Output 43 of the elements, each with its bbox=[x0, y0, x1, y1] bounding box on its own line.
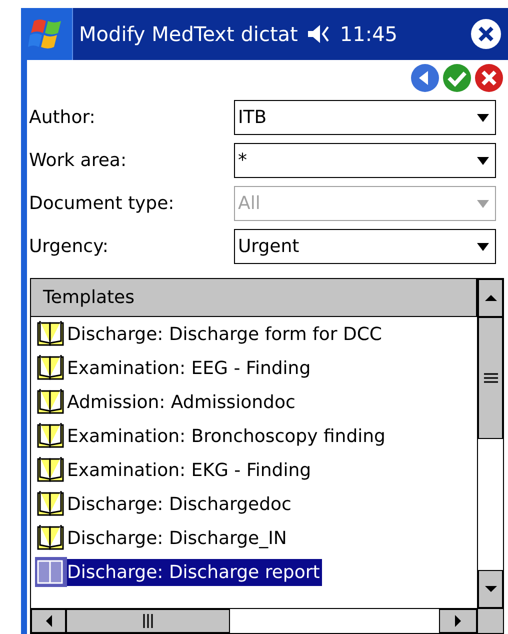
back-icon[interactable] bbox=[410, 63, 440, 93]
scroll-up-button[interactable] bbox=[478, 279, 503, 317]
cancel-icon[interactable] bbox=[474, 63, 504, 93]
field-label: Document type: bbox=[28, 192, 176, 216]
scroll-down-button[interactable] bbox=[478, 570, 503, 608]
book-icon bbox=[35, 353, 67, 383]
list-item[interactable]: Admission: Admissiondoc bbox=[31, 385, 477, 419]
book-icon bbox=[35, 455, 67, 485]
scroll-right-button[interactable] bbox=[439, 609, 477, 633]
list-item[interactable]: Examination: EKG - Finding bbox=[31, 453, 477, 487]
list-item[interactable]: Discharge: Dischargedoc bbox=[31, 487, 477, 521]
book-icon bbox=[35, 489, 67, 519]
dropdown-field[interactable]: ITB bbox=[234, 100, 496, 135]
list-item[interactable]: Examination: EEG - Finding bbox=[31, 351, 477, 385]
down-arrow-icon bbox=[484, 585, 498, 593]
scrollbar-thumb[interactable] bbox=[478, 317, 503, 439]
list-item[interactable]: Discharge: Discharge report bbox=[31, 555, 477, 589]
dropdown-field[interactable]: * bbox=[234, 143, 496, 178]
field-label: Urgency: bbox=[28, 235, 110, 259]
right-arrow-icon bbox=[454, 614, 462, 628]
book-icon bbox=[35, 319, 67, 349]
grip-icon bbox=[484, 373, 498, 383]
window-title: Modify MedText dictat bbox=[79, 21, 298, 48]
grip-icon bbox=[143, 614, 153, 628]
field-label: Author: bbox=[28, 106, 96, 130]
field-label: Work area: bbox=[28, 149, 128, 173]
book-icon bbox=[35, 557, 67, 587]
column-header: Templates bbox=[31, 279, 477, 317]
up-arrow-icon bbox=[484, 294, 498, 302]
book-icon bbox=[35, 421, 67, 451]
list-item[interactable]: Examination: Bronchoscopy finding bbox=[31, 419, 477, 453]
book-icon bbox=[35, 523, 67, 553]
start-button[interactable] bbox=[21, 8, 73, 60]
scrollbar-thumb[interactable] bbox=[66, 609, 230, 633]
checkmark-icon[interactable] bbox=[442, 63, 472, 93]
scroll-left-button[interactable] bbox=[31, 609, 66, 633]
book-icon bbox=[35, 387, 67, 417]
dropdown-field[interactable]: Urgent bbox=[234, 229, 496, 264]
clock-time: 11:45 bbox=[340, 21, 398, 48]
list-item[interactable]: Discharge: Discharge_IN bbox=[31, 521, 477, 555]
close-icon[interactable] bbox=[470, 18, 502, 50]
left-arrow-icon bbox=[44, 614, 52, 628]
list-item[interactable]: Discharge: Discharge form for DCC bbox=[31, 317, 477, 351]
